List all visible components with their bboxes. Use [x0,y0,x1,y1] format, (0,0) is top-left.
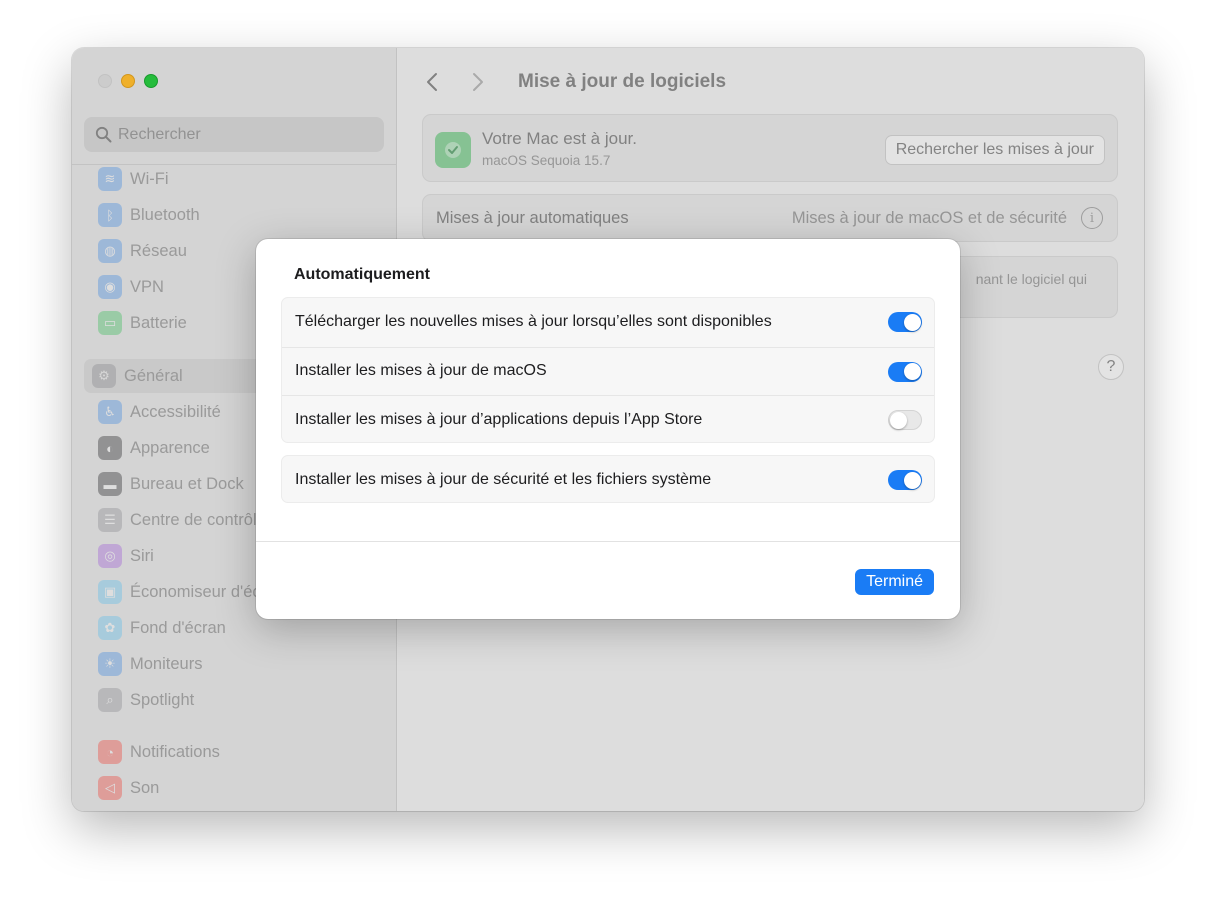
option-row-security: Installer les mises à jour de sécurité e… [282,456,934,505]
sheet-divider [256,541,960,542]
toggle-knob [903,363,921,380]
install-macos-updates-toggle[interactable] [888,361,922,382]
option-label: Télécharger les nouvelles mises à jour l… [295,313,772,331]
options-group: Télécharger les nouvelles mises à jour l… [281,297,935,443]
download-updates-toggle[interactable] [888,312,922,332]
option-label: Installer les mises à jour d’application… [295,410,703,428]
automatic-updates-sheet: Automatiquement Télécharger les nouvelle… [256,239,960,619]
install-security-updates-toggle[interactable] [888,470,922,490]
sheet-title: Automatiquement [294,266,430,283]
option-label: Installer les mises à jour de macOS [295,362,547,380]
done-button[interactable]: Terminé [855,569,934,595]
toggle-knob [903,471,921,489]
option-row-macos: Installer les mises à jour de macOS [282,346,934,396]
toggle-knob [903,313,921,331]
option-row-download: Télécharger les nouvelles mises à jour l… [282,298,934,347]
security-group: Installer les mises à jour de sécurité e… [281,455,935,503]
toggle-knob [890,412,907,429]
option-label: Installer les mises à jour de sécurité e… [295,471,712,489]
option-row-appstore: Installer les mises à jour d’application… [282,395,934,444]
install-appstore-updates-toggle[interactable] [888,410,922,430]
